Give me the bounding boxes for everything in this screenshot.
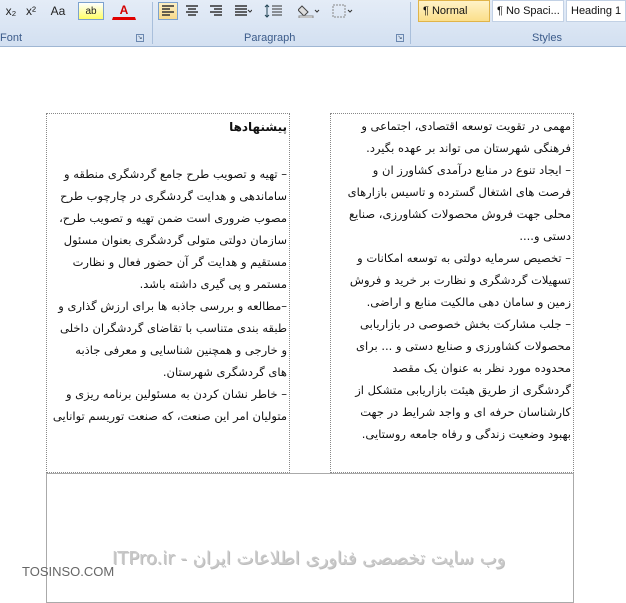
paragraph-line: و خارجی و همچنین شناسایی و معرفی جاذبه [75,343,287,357]
paragraph-line: فرصت های اشتغال گسترده و تاسیس بازارهای [347,185,571,199]
paragraph-line: – تخصیص سرمایه دولتی به توسعه امکانات و [357,251,571,265]
paragraph-line: تسهیلات گردشگری و نظارت بر خرید و فروش [349,273,571,287]
line-spacing-icon[interactable] [260,2,288,20]
paragraph-line: – خاطر نشان کردن به مسئولین برنامه ریزی … [65,387,287,401]
watermark-text: ITPro.ir - وب سایت تخصصی فناوری اطلاعات … [112,548,506,569]
style-normal[interactable]: ¶ Normal [418,0,490,22]
paragraph-line: فرهنگی شهرستان می تواند بر عهده بگیرد. [366,141,571,155]
align-right-icon[interactable] [206,2,226,20]
paragraph-line: مستقیم و هدایت گر آن حضور فعال و نظارت [72,255,287,269]
paragraph-dialog-launcher-icon[interactable]: ↘ [396,34,404,42]
styles-group: ¶ Normal ¶ No Spaci... Heading 1 Styles [414,0,626,46]
site-watermark: TOSINSO.COM [22,564,115,579]
paragraph-line: زمین و سامان دهی مالکیت منابع و اراضی. [366,295,571,309]
paragraph-line: کارشناسان حرفه ای و واجد شرایط در جهت [360,405,571,419]
paragraph-line: محلی جهت فروش محصولات کشاورزی، صنایع [349,207,571,221]
borders-icon[interactable] [328,2,358,20]
shading-icon[interactable] [294,2,324,20]
font-dialog-launcher-icon[interactable]: ↘ [136,34,144,42]
paragraph-line: – تهیه و تصویب طرح جامع گردشگری منطقه و [64,167,287,181]
superscript-button[interactable]: x² [22,2,40,20]
align-left-icon[interactable] [158,2,178,20]
paragraph-line: – جلب مشارکت بخش خصوصی در بازاریابی [360,317,571,331]
left-text-column[interactable]: پیشنهادها – تهیه و تصویب طرح جامع گردشگر… [46,113,290,473]
font-color-button[interactable]: A [112,2,136,20]
paragraph-line: های گردشگری شهرستان. [162,365,287,379]
highlight-button[interactable]: ab [78,2,104,20]
document-page: مهمی در تقویت توسعه اقتصادی، اجتماعی و ف… [0,47,626,603]
font-group: x₂ x² Aa ab A Font ↘ [0,0,150,46]
paragraph-line: محدوده مورد نظر به عنوان یک مقصد [392,361,571,375]
align-center-icon[interactable] [182,2,202,20]
paragraph-line: مهمی در تقویت توسعه اقتصادی، اجتماعی و [361,119,571,133]
paragraph-line: مستمر و پی گیری داشته باشد. [139,277,287,291]
paragraph-line: بهبود وضعیت زندگی و رفاه جامعه روستایی. [361,427,571,441]
paragraph-line: مصوب ضروری است ضمن تهیه و تصویب طرح، [59,211,287,225]
right-text-column[interactable]: مهمی در تقویت توسعه اقتصادی، اجتماعی و ف… [330,113,574,473]
style-heading-1[interactable]: Heading 1 [566,0,626,22]
paragraph-line: سازمان دولتی متولی گردشگری بعنوان مسئول [63,233,287,247]
subscript-button[interactable]: x₂ [2,2,20,20]
group-divider [410,2,411,44]
paragraph-group-label: Paragraph [244,32,296,44]
paragraph-line: طبقه بندی متناسب با تقاضای گردشگران داخل… [59,321,287,335]
paragraph-line: متولیان امر این صنعت، که صنعت توریسم توا… [52,409,287,423]
group-divider [152,2,153,44]
paragraph-line: ساماندهی و هدایت گردشگری در چارچوب طرح [60,189,287,203]
ribbon: x₂ x² Aa ab A Font ↘ Paragraph ↘ ¶ Norma… [0,0,626,47]
paragraph-line: محصولات کشاورزی و صنایع دستی و ... برای [355,339,571,353]
section-heading: پیشنهادها [229,120,287,134]
paragraph-group: Paragraph ↘ [154,0,408,46]
justify-icon[interactable] [230,2,256,20]
change-case-button[interactable]: Aa [44,2,72,20]
paragraph-line: –مطالعه و بررسی جاذبه ها برای ارزش گذاری… [58,299,287,313]
font-group-label: Font [0,32,23,44]
styles-group-label: Styles [532,32,562,44]
paragraph-line: گردشگری از طریق هیئت بازاریابی متشکل از [355,383,571,397]
style-no-spacing[interactable]: ¶ No Spaci... [492,0,564,22]
paragraph-line: – ایجاد تنوع در منابع درآمدی کشاورز ان و [372,163,571,177]
paragraph-line: دستی و.... [519,229,571,243]
lower-page-frame [46,473,574,603]
